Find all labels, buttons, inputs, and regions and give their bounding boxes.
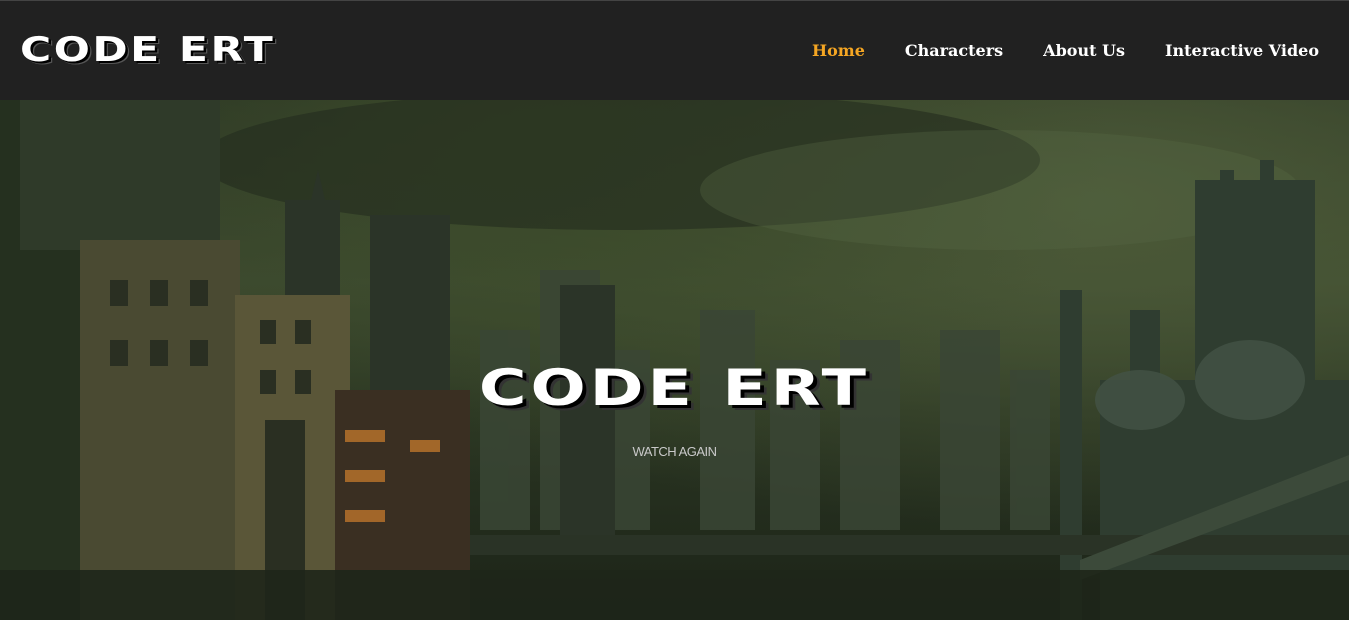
hero-title-text: CODE ERT	[478, 359, 871, 417]
watch-again-button[interactable]: WATCH AGAIN	[0, 444, 1349, 459]
top-navbar: CODE ERT Home Characters About Us Intera…	[0, 0, 1349, 100]
nav-home[interactable]: Home	[812, 39, 865, 63]
nav-interactive-video[interactable]: Interactive Video	[1165, 39, 1319, 63]
nav-about-us[interactable]: About Us	[1043, 39, 1125, 63]
brand-logo[interactable]: CODE ERT	[20, 31, 275, 69]
nav-characters[interactable]: Characters	[905, 39, 1003, 63]
main-nav: Home Characters About Us Interactive Vid…	[812, 39, 1319, 63]
hero-banner: CODE ERT WATCH AGAIN	[0, 100, 1349, 620]
hero-title: CODE ERT	[0, 358, 1349, 418]
